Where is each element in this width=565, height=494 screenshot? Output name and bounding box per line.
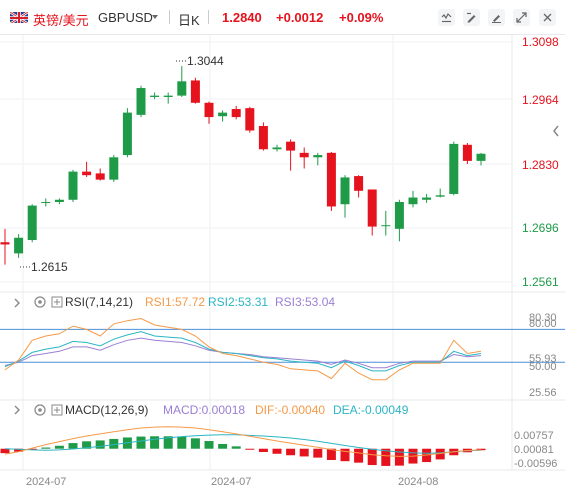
rsi1-line [4, 317, 482, 381]
macd-histogram-bar [54, 445, 64, 449]
candle-body [462, 144, 472, 161]
rsi3-value: RSI3:53.04 [275, 295, 335, 309]
candle-body [245, 108, 255, 131]
candle-body [286, 141, 296, 151]
candle-body [82, 171, 92, 176]
rsi-axis-label: 50.00 [529, 361, 557, 373]
candle-body [408, 197, 418, 205]
rsi2-value: RSI2:53.31 [208, 295, 268, 309]
macd-histogram-bar [367, 448, 377, 466]
candle-body [231, 109, 241, 118]
macd-histogram-bar [177, 436, 187, 449]
price-axis-label: 1.2964 [522, 93, 559, 107]
macd-histogram-bar [68, 443, 78, 449]
collapse-panel-icon[interactable] [14, 298, 20, 308]
candle-body [367, 189, 377, 227]
macd-axis-label: 0.00081 [514, 444, 554, 456]
rsi-axis-label: 80.30 [529, 312, 557, 324]
candle-body [394, 202, 404, 229]
macd-label: MACD(12,26,9) [65, 403, 148, 417]
settings-icon[interactable] [34, 404, 46, 416]
low-annotation: 1.2615 [31, 260, 68, 274]
macd-histogram-bar [218, 443, 228, 449]
price-axis-label: 1.2696 [522, 221, 559, 235]
macd-histogram-bar [231, 446, 241, 449]
macd-histogram-bar [258, 448, 268, 452]
candle-body [326, 152, 336, 207]
dif-value: DIF:-0.00040 [255, 403, 325, 417]
macd-histogram-bar [299, 448, 309, 457]
time-axis-label: 2024-07 [211, 476, 251, 488]
candle-body [340, 177, 350, 205]
rsi1-value: RSI1:57.72 [145, 295, 205, 309]
candle-body [0, 242, 10, 245]
price-axis-label: 1.2561 [522, 275, 559, 289]
chevron-left-icon[interactable] [553, 125, 559, 137]
indicator-settings-icon[interactable] [51, 296, 63, 308]
candle-body [14, 237, 24, 254]
candle-body [163, 95, 173, 97]
macd-value: MACD:0.00018 [163, 403, 245, 417]
candle-body [354, 176, 364, 191]
macd-histogram-bar [272, 448, 282, 454]
macd-histogram-bar [286, 448, 296, 456]
candle-body [54, 199, 64, 202]
macd-header: MACD(12,26,9) MACD:0.00018 DIF:-0.00040 … [14, 403, 409, 417]
macd-histogram-bar [136, 436, 146, 449]
candle-body [218, 112, 228, 117]
rsi-axis-label: 25.56 [529, 387, 557, 399]
macd-histogram-bar [190, 438, 200, 449]
candle-body [122, 112, 132, 156]
macd-histogram-bar [245, 448, 255, 450]
rsi-label: RSI(7,14,21) [65, 295, 133, 309]
candle-body [435, 195, 445, 197]
candle-body [299, 152, 309, 158]
indicator-settings-icon[interactable] [51, 404, 63, 416]
price-axis-label: 1.2830 [522, 158, 559, 172]
candle-body [136, 88, 146, 115]
macd-histogram-bar [0, 448, 10, 454]
dea-value: DEA:-0.00049 [333, 403, 409, 417]
candle-body [258, 126, 268, 150]
chart-canvas[interactable]: 1.3044 1.2615 1.3098 1.2964 1.2830 1.269… [0, 0, 565, 494]
candle-body [381, 225, 391, 227]
price-axis-label: 1.3098 [522, 35, 559, 49]
collapse-panel-icon[interactable] [14, 405, 20, 415]
high-annotation: 1.3044 [187, 54, 224, 68]
candle-body [449, 143, 459, 194]
candle-body [190, 80, 200, 103]
settings-icon[interactable] [34, 296, 46, 308]
macd-histogram-bar [204, 441, 214, 449]
macd-histogram-bar [354, 448, 364, 463]
candle-body [313, 155, 323, 158]
time-axis-label: 2024-08 [398, 476, 438, 488]
candle-body [41, 202, 51, 203]
macd-axis-label: -0.00596 [514, 458, 557, 470]
macd-histogram-bar [150, 436, 160, 449]
candle-body [272, 147, 282, 150]
candle-body [95, 173, 105, 180]
rsi-header: RSI(7,14,21) RSI1:57.72 RSI2:53.31 RSI3:… [14, 295, 335, 309]
candle-body [109, 157, 119, 180]
macd-axis-label: 0.00757 [514, 430, 554, 442]
candle-body [27, 205, 37, 240]
candle-body [476, 153, 486, 161]
candle-body [150, 95, 160, 97]
candle-body [204, 102, 214, 118]
time-axis-label: 2024-07 [26, 476, 66, 488]
macd-histogram-bar [95, 440, 105, 449]
candle-body [68, 171, 78, 200]
macd-histogram-bar [313, 448, 323, 458]
macd-histogram-bar [41, 447, 51, 449]
candle-body [422, 197, 432, 200]
candle-body [177, 81, 187, 96]
